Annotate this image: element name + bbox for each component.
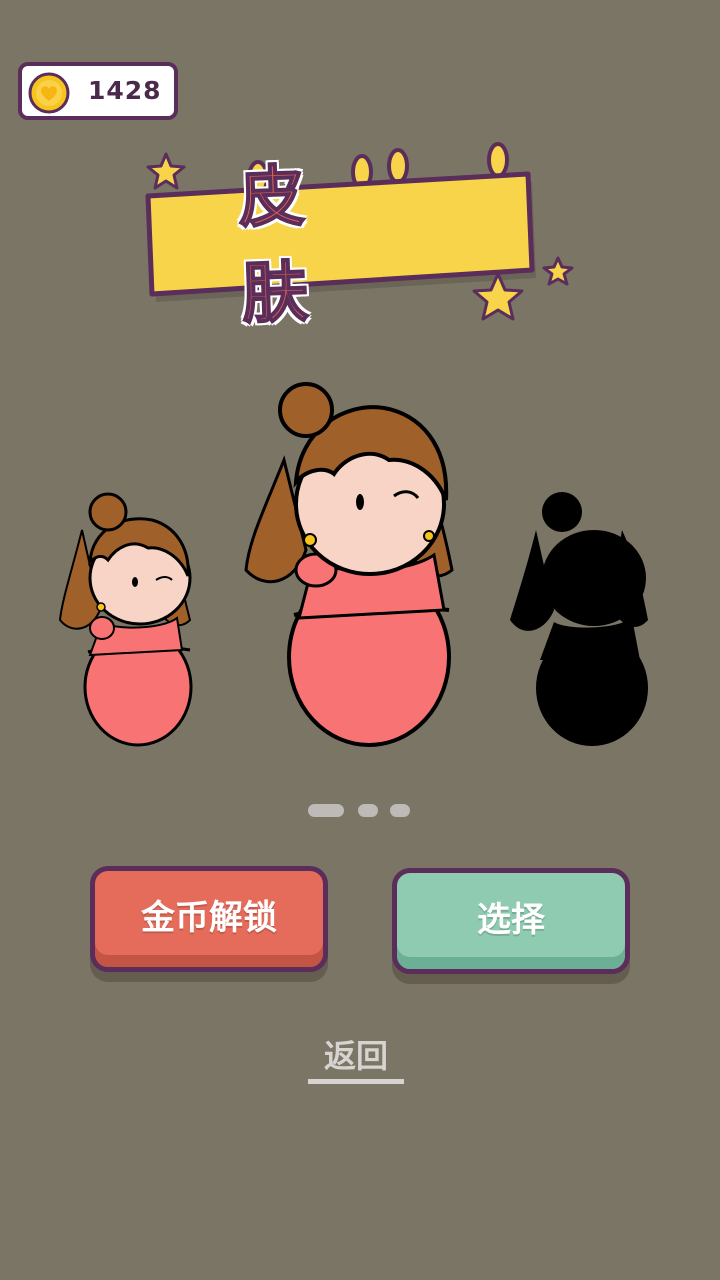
coin-unlock-label: 金币解锁 (141, 897, 277, 938)
pagination (308, 804, 412, 818)
select-button[interactable]: 选择 (392, 868, 630, 974)
star-icon (542, 256, 574, 286)
page-dot-active (308, 804, 344, 817)
coin-amount: 1428 (88, 76, 162, 105)
skin-center[interactable] (244, 370, 466, 750)
coin-unlock-button[interactable]: 金币解锁 (90, 866, 328, 972)
page-dot (390, 804, 410, 817)
page-dot (358, 804, 378, 817)
title-banner: 皮 肤 (130, 140, 590, 334)
select-label: 选择 (477, 899, 545, 940)
coin-counter: 1428 (18, 62, 178, 120)
back-button[interactable]: 返回 (308, 1036, 404, 1084)
star-icon (146, 152, 186, 190)
coin-heart-icon (28, 72, 70, 114)
skin-left[interactable] (52, 490, 202, 750)
skin-right-locked[interactable] (506, 490, 656, 752)
page-title: 皮 肤 (236, 156, 334, 334)
